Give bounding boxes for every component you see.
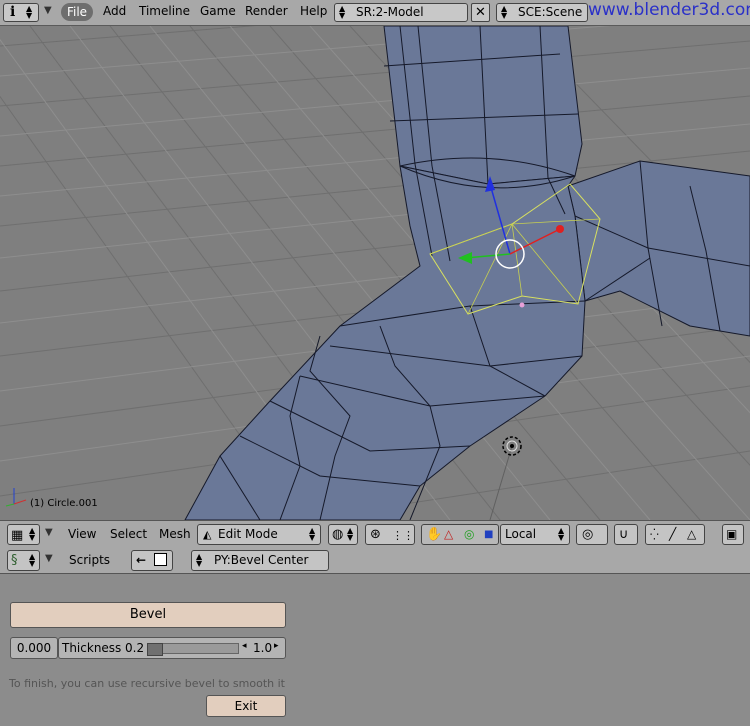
script-nav-buttons[interactable]: ← [131, 550, 173, 571]
finish-hint-text: To finish, you can use recursive bevel t… [9, 677, 285, 690]
scale-icon[interactable]: ■ [484, 525, 493, 544]
updown-arrows-icon: ▲ ▼ [347, 526, 354, 542]
menu-timeline[interactable]: Timeline [139, 4, 190, 18]
script-panel: Bevel 0.000 Thickness 0.2 ◂ 1.0 ▸ To fin… [0, 574, 750, 726]
collapse-menu-icon[interactable]: ▼ [45, 553, 53, 564]
recursion-value-field[interactable]: 0.000 [10, 637, 58, 659]
thickness-slider[interactable]: Thickness 0.2 ◂ 1.0 ▸ [58, 637, 286, 659]
draw-type-selector[interactable]: ◍ ▲ ▼ [328, 524, 358, 545]
window-type-label: Scripts [69, 553, 111, 567]
face-select-icon[interactable]: △ [687, 525, 696, 544]
updown-arrows-icon: ▲ ▼ [339, 4, 346, 20]
axis-gizmo-icon [5, 488, 27, 507]
mode-selector[interactable]: ◭ Edit Mode ▲ ▼ [197, 524, 321, 545]
menu-view[interactable]: View [68, 527, 96, 541]
menu-game[interactable]: Game [200, 4, 236, 18]
pivot-icon: ⊛ [370, 527, 381, 542]
object-origin [519, 302, 525, 308]
delete-screen-button[interactable]: ✕ [471, 3, 490, 22]
screen-name: SR:2-Model [356, 5, 424, 19]
menu-add[interactable]: Add [103, 4, 126, 18]
proportional-edit-selector[interactable]: ◎ [576, 524, 608, 545]
updown-arrows-icon: ▲ ▼ [501, 4, 508, 20]
menu-select[interactable]: Select [110, 527, 147, 541]
snap-icon: ⋮⋮ [392, 529, 414, 542]
proportional-icon: ◎ [582, 527, 594, 542]
slider-handle[interactable] [147, 643, 163, 656]
updown-arrows-icon: ▲ ▼ [309, 526, 316, 542]
thickness-label: Thickness [62, 641, 122, 655]
updown-arrows-icon: ▲ ▼ [29, 552, 36, 568]
image-icon: ▣ [726, 527, 738, 541]
back-arrow-icon[interactable]: ← [136, 551, 146, 570]
render-view-button[interactable]: ▣ [722, 524, 744, 545]
translate-icon[interactable]: △ [444, 525, 453, 544]
screen-selector[interactable]: ▲ ▼ SR:2-Model [334, 3, 468, 22]
3d-view-header: ▦ ▲ ▼ ▼ View Select Mesh ◭ Edit Mode ▲ ▼ ◍… [0, 520, 750, 548]
scene-selector[interactable]: ▲ ▼ SCE:Scene [496, 3, 588, 22]
script-name: PY:Bevel Center [214, 553, 309, 567]
edge-select-icon[interactable]: ╱ [669, 525, 676, 544]
orientation-label: Local [505, 527, 537, 541]
selected-object-label: (1) Circle.001 [30, 498, 98, 509]
python-snake-icon: § [11, 553, 18, 568]
updown-arrows-icon: ▲ ▼ [29, 526, 36, 542]
scene-name: SCE:Scene [518, 5, 583, 19]
viewport-canvas[interactable] [0, 26, 750, 520]
thickness-max: 1.0 [253, 641, 273, 655]
fullscreen-icon[interactable] [154, 553, 167, 566]
editor-type-selector[interactable]: ▦ ▲ ▼ [7, 524, 40, 545]
collapse-menu-icon[interactable]: ▼ [44, 5, 52, 16]
scripts-header: § ▲ ▼ ▼ Scripts ← ▲ ▼ PY:Bevel Center [0, 547, 750, 574]
menu-render[interactable]: Render [245, 4, 288, 18]
magnet-icon: ∪ [619, 527, 629, 542]
vertex-select-icon[interactable]: ⁛ [650, 525, 659, 544]
updown-arrows-icon: ▲ ▼ [196, 552, 203, 568]
slider-left-arrow-icon[interactable]: ◂ [242, 641, 247, 651]
exit-button[interactable]: Exit [206, 695, 286, 717]
info-header: i ▲ ▼ ▼ File Add Timeline Game Render Hel… [0, 0, 750, 26]
bevel-button[interactable]: Bevel [10, 602, 286, 628]
orientation-selector[interactable]: Local ▲ ▼ [500, 524, 570, 545]
menu-help[interactable]: Help [300, 4, 327, 18]
sphere-icon: ◍ [332, 527, 344, 542]
editor-type-selector[interactable]: § ▲ ▼ [7, 550, 40, 571]
hand-icon[interactable]: ✋ [426, 525, 442, 544]
thickness-value: 0.2 [125, 641, 145, 655]
menu-file[interactable]: File [61, 3, 93, 21]
grid-icon: ▦ [11, 528, 24, 543]
info-icon: i [10, 4, 16, 20]
manipulator-toggles[interactable]: ✋ △ ◎ ■ [421, 524, 499, 545]
3d-viewport[interactable]: (1) Circle.001 [0, 26, 750, 520]
menu-mesh[interactable]: Mesh [159, 527, 191, 541]
collapse-menu-icon[interactable]: ▼ [45, 527, 53, 538]
pivot-selector[interactable]: ⊛ ⋮⋮ [365, 524, 415, 545]
updown-arrows-icon: ▲ ▼ [558, 526, 565, 542]
slider-right-arrow-icon[interactable]: ▸ [274, 641, 279, 651]
script-selector[interactable]: ▲ ▼ PY:Bevel Center [191, 550, 329, 571]
mode-label: Edit Mode [218, 527, 278, 541]
rotate-icon[interactable]: ◎ [464, 525, 474, 544]
snap-toggle[interactable]: ∪ [614, 524, 638, 545]
window-type-selector[interactable]: i ▲ ▼ [3, 3, 39, 22]
select-mode-buttons[interactable]: ⁛ ╱ △ [645, 524, 705, 545]
website-watermark: www.blender3d.com [588, 0, 750, 20]
updown-arrows-icon: ▲ ▼ [26, 4, 33, 20]
triangle-mesh-icon: ◭ [203, 528, 212, 541]
